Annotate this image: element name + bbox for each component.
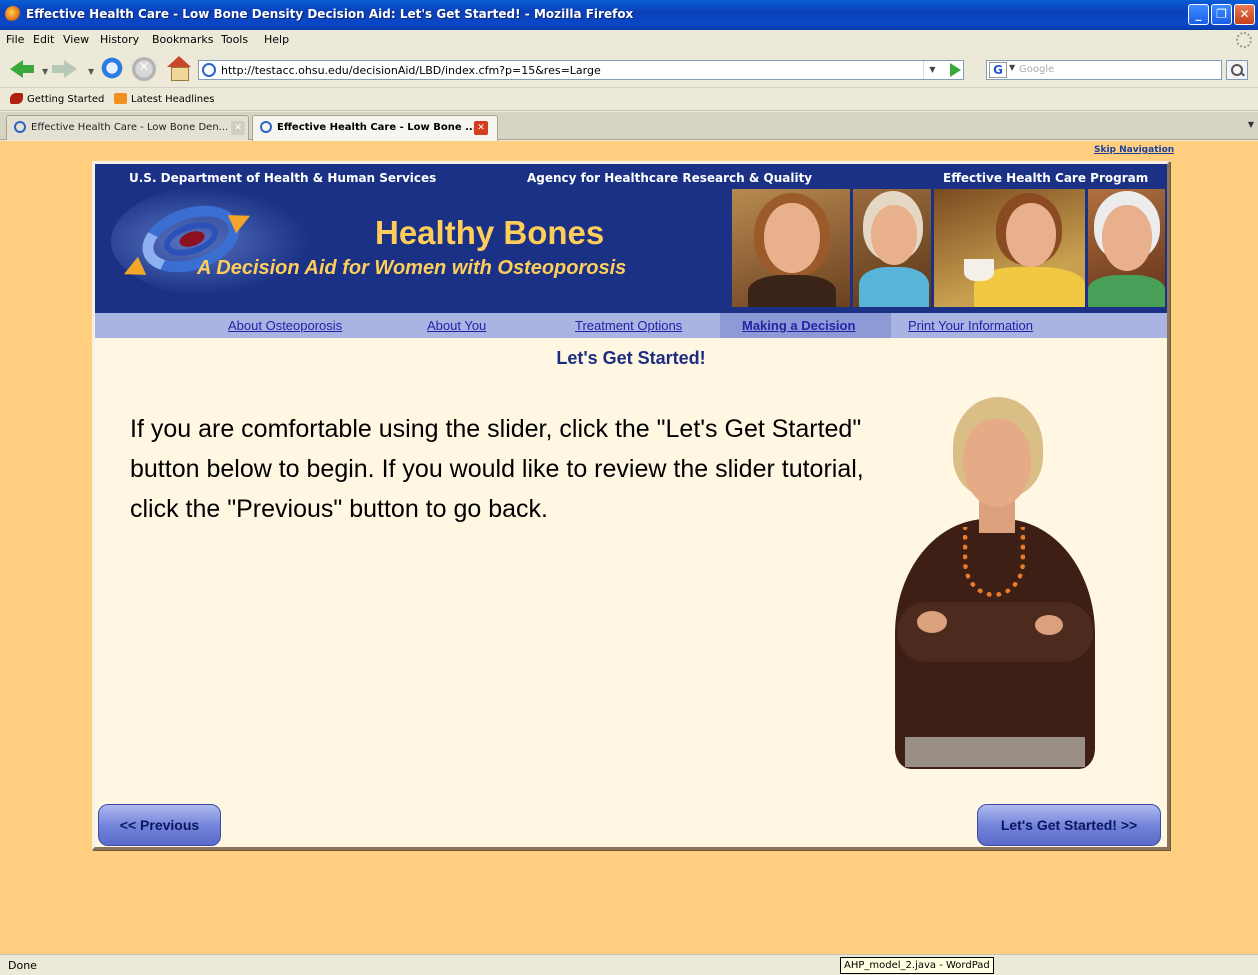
menu-view[interactable]: View (63, 33, 89, 46)
forward-button[interactable] (50, 56, 78, 80)
go-arrow-icon[interactable] (950, 63, 961, 77)
bookmarks-toolbar: Getting Started Latest Headlines (0, 89, 1258, 111)
instruction-text: If you are comfortable using the slider,… (130, 415, 864, 523)
stop-button[interactable]: ✕ (132, 57, 156, 81)
tab-close-icon[interactable]: ✕ (474, 121, 488, 135)
tab-label: Effective Health Care - Low Bone Den... (31, 122, 229, 133)
bookmark-label: Latest Headlines (131, 94, 215, 105)
menu-bookmarks[interactable]: Bookmarks (152, 33, 213, 46)
hhs-header: U.S. Department of Health & Human Servic… (129, 171, 437, 185)
firefox-bookmark-icon (10, 93, 23, 104)
stop-icon: ✕ (138, 60, 150, 75)
home-button[interactable] (165, 56, 193, 81)
nav-about-osteoporosis[interactable]: About Osteoporosis (228, 318, 342, 333)
menu-bar: File Edit View History Bookmarks Tools H… (0, 30, 1258, 50)
web-content: Skip Navigation U.S. Department of Healt… (0, 141, 1258, 954)
back-button[interactable] (8, 56, 38, 82)
site-banner: U.S. Department of Health & Human Servic… (95, 164, 1167, 313)
restore-icon[interactable]: ❐ (1211, 4, 1232, 25)
tab-label: Effective Health Care - Low Bone ... (277, 122, 477, 133)
woman-photo (875, 397, 1095, 769)
address-bar[interactable]: http://testacc.ohsu.edu/decisionAid/LBD/… (198, 60, 964, 80)
lets-get-started-button[interactable]: Let's Get Started! >> (977, 804, 1161, 846)
url-history-dropdown-icon[interactable]: ▼ (923, 61, 941, 79)
ehc-program-header: Effective Health Care Program (943, 171, 1149, 185)
banner-title: Healthy Bones (375, 214, 605, 251)
bookmark-getting-started[interactable]: Getting Started (10, 93, 104, 105)
window-title-bar[interactable]: Effective Health Care - Low Bone Density… (0, 0, 1258, 30)
minimize-icon[interactable]: _ (1188, 4, 1209, 25)
tab-bar: Effective Health Care - Low Bone Den... … (0, 112, 1258, 141)
menu-help[interactable]: Help (264, 33, 289, 46)
status-bar: Done AHP_model_2.java - WordPad (0, 954, 1258, 975)
menu-tools[interactable]: Tools (221, 33, 248, 46)
page-favicon-icon (202, 63, 216, 77)
throbber-icon (1236, 32, 1252, 48)
search-placeholder[interactable]: Google (1019, 64, 1054, 75)
tab-favicon-icon (260, 121, 272, 133)
tab-favicon-icon (14, 121, 26, 133)
search-magnifier-icon[interactable] (1226, 60, 1248, 80)
banner-photo-woman-3 (934, 189, 1085, 307)
taskbar-tooltip: AHP_model_2.java - WordPad (840, 957, 994, 974)
tab-list-dropdown-icon[interactable]: ▼ (1248, 120, 1254, 129)
close-icon[interactable]: ✕ (1234, 4, 1255, 25)
menu-file[interactable]: File (6, 33, 24, 46)
search-box[interactable]: G ▼ Google (986, 60, 1222, 80)
nav-making-a-decision[interactable]: Making a Decision (742, 318, 855, 333)
url-text[interactable]: http://testacc.ohsu.edu/decisionAid/LBD/… (221, 64, 601, 77)
page-heading: Let's Get Started! (556, 348, 706, 368)
forward-history-dropdown-icon[interactable]: ▼ (88, 67, 94, 76)
nav-about-you[interactable]: About You (427, 318, 486, 333)
bookmark-label: Getting Started (27, 94, 105, 105)
menu-history[interactable]: History (100, 33, 139, 46)
reload-button[interactable] (98, 56, 126, 80)
banner-photo-woman-2 (853, 189, 931, 307)
tab-low-bone-density-2[interactable]: Effective Health Care - Low Bone ... ✕ (252, 115, 498, 141)
banner-subtitle: A Decision Aid for Women with Osteoporos… (197, 257, 627, 279)
bookmark-latest-headlines[interactable]: Latest Headlines (114, 93, 215, 105)
window-title: Effective Health Care - Low Bone Density… (26, 7, 634, 21)
skip-navigation-link[interactable]: Skip Navigation (1094, 145, 1174, 155)
banner-photo-woman-4 (1088, 189, 1165, 307)
menu-edit[interactable]: Edit (33, 33, 54, 46)
nav-treatment-options[interactable]: Treatment Options (575, 318, 682, 333)
navigation-toolbar: ▼ ▼ ✕ http://testacc.ohsu.edu/decisionAi… (0, 50, 1258, 88)
banner-photo-woman-1 (732, 189, 850, 307)
tab-close-icon[interactable]: ✕ (231, 121, 245, 135)
rss-feed-icon (114, 93, 127, 104)
previous-button[interactable]: << Previous (98, 804, 221, 846)
firefox-logo-icon (5, 6, 21, 22)
tab-low-bone-density-1[interactable]: Effective Health Care - Low Bone Den... … (6, 115, 249, 140)
search-engine-icon[interactable]: G (989, 62, 1007, 78)
section-nav: About Osteoporosis About You Treatment O… (95, 313, 1167, 338)
ahrq-header: Agency for Healthcare Research & Quality (527, 171, 813, 185)
search-engine-dropdown-icon[interactable]: ▼ (1009, 63, 1015, 72)
nav-print-your-information[interactable]: Print Your Information (908, 318, 1033, 333)
back-history-dropdown-icon[interactable]: ▼ (42, 67, 48, 76)
status-text: Done (8, 959, 37, 972)
decision-aid-frame: U.S. Department of Health & Human Servic… (92, 161, 1170, 850)
